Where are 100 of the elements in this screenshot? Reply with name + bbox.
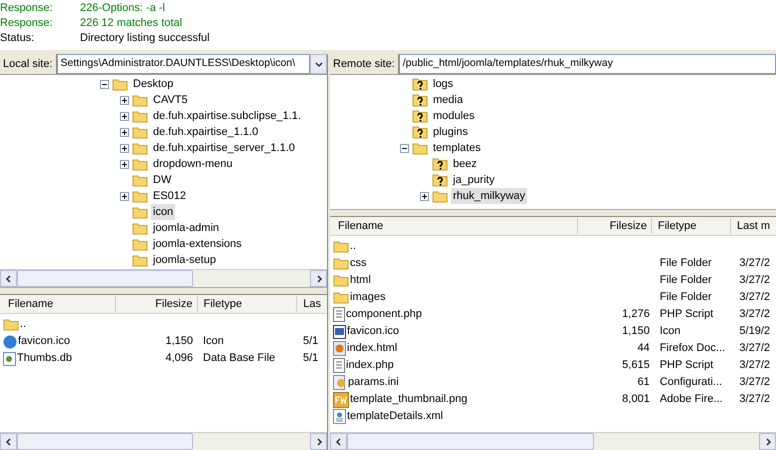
column-header[interactable]: Filename — [330, 218, 577, 234]
scrollbar-thumb[interactable] — [17, 270, 193, 287]
tree-item[interactable]: Desktop — [131, 76, 176, 92]
scrollbar-thumb[interactable] — [347, 433, 594, 450]
file-name[interactable]: css — [350, 255, 366, 272]
log-message: 226-Options: -a -l — [80, 1, 165, 16]
tree-item[interactable]: de.fuh.xpairtise_server_1.1.0 — [151, 140, 297, 156]
expand-icon[interactable] — [120, 112, 129, 120]
file-date: 3/27/2 — [739, 257, 770, 270]
file-type: File Folder — [660, 274, 712, 286]
file-type: Firefox Doc... — [660, 342, 726, 354]
tree-item[interactable]: modules — [431, 108, 477, 124]
tree-item[interactable]: beez — [451, 156, 479, 172]
file-size: 1,150 — [165, 335, 193, 348]
column-header[interactable]: Filetype — [650, 218, 730, 234]
expand-icon[interactable] — [120, 96, 129, 104]
file-date: 3/27/2 — [739, 308, 770, 320]
tree-item[interactable]: ja_purity — [451, 172, 497, 188]
file-name[interactable]: template_thumbnail.png — [350, 391, 468, 408]
file-size: 1,150 — [622, 325, 650, 338]
path-field[interactable]: Settings\Administrator.DAUNTLESS\Desktop\icon\ — [56, 54, 310, 74]
log-label: Status: — [0, 31, 36, 46]
dropdown-button[interactable] — [310, 54, 327, 74]
file-name[interactable]: images — [350, 289, 386, 306]
file-size: 4,096 — [165, 352, 193, 364]
column-header[interactable]: Filename — [0, 296, 115, 312]
tree-item[interactable]: de.fuh.xpairtise_1.1.0 — [151, 124, 260, 140]
file-type: PHP Script — [660, 308, 714, 320]
chevron-left-icon — [334, 436, 344, 446]
file-date: 5/1 — [303, 352, 318, 364]
log-message: 226 12 matches total — [80, 16, 182, 32]
tree-item[interactable]: plugins — [431, 124, 470, 140]
file-date: 3/27/2 — [739, 291, 770, 304]
file-name[interactable]: templateDetails.xml — [347, 408, 443, 425]
expand-icon[interactable] — [120, 144, 129, 152]
scroll-right-button[interactable] — [310, 433, 327, 450]
scroll-left-button[interactable] — [330, 433, 347, 450]
column-header[interactable]: Las — [296, 296, 327, 312]
file-date: 3/27/2 — [739, 359, 770, 372]
log-message: Directory listing successful — [80, 31, 210, 46]
file-type: Icon — [660, 325, 680, 338]
file-type: Configurati... — [660, 376, 722, 388]
tree-item[interactable]: DW — [151, 172, 174, 188]
tree-item[interactable]: media — [431, 92, 465, 108]
file-date: 3/27/2 — [739, 376, 770, 388]
column-header[interactable]: Filetype — [196, 296, 296, 312]
tree-item[interactable]: dropdown-menu — [151, 156, 234, 172]
file-name[interactable]: params.ini — [348, 374, 399, 391]
file-type: Data Base File — [203, 352, 276, 364]
file-date: 5/19/2 — [739, 325, 770, 338]
file-date: 3/27/2 — [739, 342, 770, 354]
file-name[interactable]: .. — [20, 316, 26, 333]
scroll-left-button[interactable] — [0, 270, 17, 287]
scroll-right-button[interactable] — [310, 270, 327, 287]
file-size: 61 — [637, 376, 650, 388]
expand-icon[interactable] — [420, 192, 429, 200]
expand-icon[interactable] — [120, 192, 129, 200]
scroll-left-button[interactable] — [0, 433, 17, 450]
file-size: 8,001 — [622, 393, 650, 406]
log-label: Response: — [0, 1, 54, 16]
chevron-left-icon — [4, 436, 14, 446]
tree-item[interactable]: icon — [151, 204, 176, 220]
file-type: PHP Script — [660, 359, 714, 372]
path-field[interactable]: /public_html/joomla/templates/rhuk_milkyway — [398, 54, 776, 74]
file-type: Adobe Fire... — [660, 393, 723, 406]
expand-icon[interactable] — [120, 128, 129, 136]
file-type: File Folder — [660, 291, 712, 304]
tree-item[interactable]: joomla-extensions — [151, 236, 244, 252]
collapse-icon[interactable] — [400, 144, 409, 152]
file-name[interactable]: favicon.ico — [347, 323, 399, 340]
scrollbar-thumb[interactable] — [17, 433, 193, 450]
tree-item[interactable]: templates — [431, 140, 483, 156]
collapse-icon[interactable] — [100, 80, 109, 88]
scroll-right-button[interactable] — [759, 433, 776, 450]
tree-item[interactable]: ES012 — [151, 188, 188, 204]
file-name[interactable]: index.php — [346, 357, 394, 374]
file-date: 3/27/2 — [739, 393, 770, 406]
file-size: 44 — [637, 342, 650, 354]
tree-item[interactable]: joomla-setup — [151, 252, 218, 268]
tree-item[interactable]: logs — [431, 76, 456, 92]
file-type: File Folder — [660, 257, 712, 270]
column-header[interactable]: Filesize — [114, 296, 196, 312]
file-name[interactable]: .. — [350, 238, 356, 255]
column-header[interactable]: Last m — [730, 218, 776, 234]
file-type: Icon — [203, 335, 224, 348]
log-label: Response: — [0, 16, 54, 32]
file-name[interactable]: Thumbs.db — [17, 350, 72, 367]
tree-item[interactable]: CAVT5 — [151, 92, 190, 108]
file-size: 5,615 — [622, 359, 650, 372]
tree-item[interactable]: de.fuh.xpairtise.subclipse_1.1. — [151, 108, 303, 124]
file-name[interactable]: html — [350, 272, 371, 289]
file-size: 1,276 — [622, 308, 650, 320]
tree-item[interactable]: rhuk_milkyway — [451, 188, 528, 204]
file-name[interactable]: component.php — [346, 306, 422, 323]
file-name[interactable]: favicon.ico — [18, 333, 70, 350]
expand-icon[interactable] — [120, 160, 129, 168]
column-header[interactable]: Filesize — [576, 218, 651, 234]
file-date: 3/27/2 — [739, 274, 770, 286]
tree-item[interactable]: joomla-admin — [151, 220, 222, 236]
file-name[interactable]: index.html — [347, 340, 398, 357]
